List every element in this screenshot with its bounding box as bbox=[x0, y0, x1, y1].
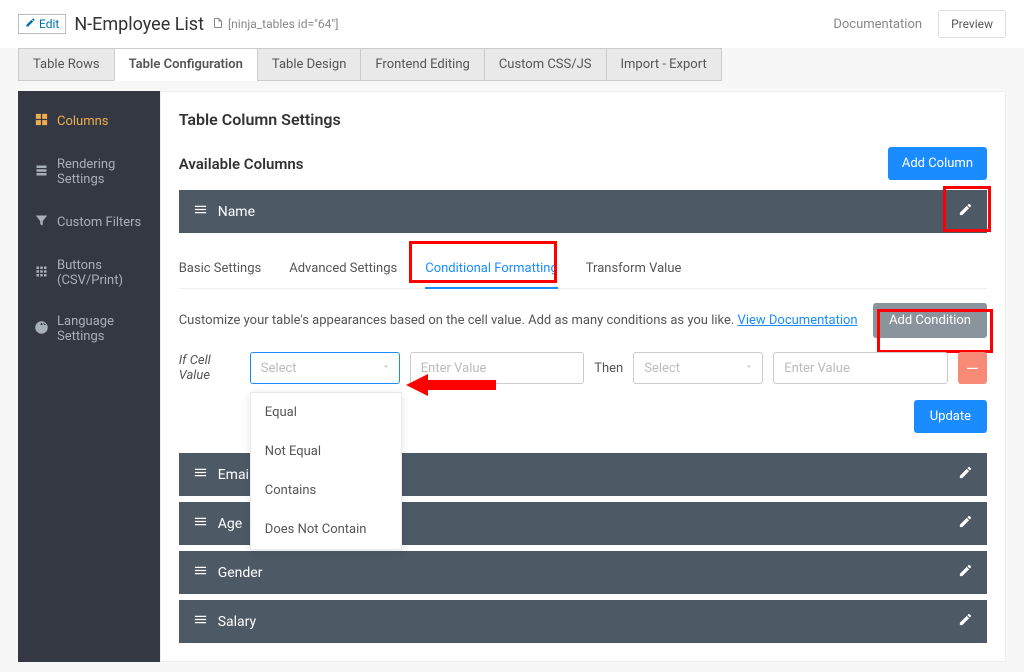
sidebar-item-label: Buttons (CSV/Print) bbox=[57, 258, 144, 288]
preview-button[interactable]: Preview bbox=[938, 10, 1006, 38]
chevron-down-icon bbox=[381, 361, 391, 376]
action-select[interactable]: Select bbox=[633, 352, 763, 384]
operator-select-wrapper: Select Equal Not Equal Contains Does Not… bbox=[250, 352, 400, 384]
sidebar-item-label: Custom Filters bbox=[57, 215, 141, 230]
sidebar-item-rendering[interactable]: Rendering Settings bbox=[18, 144, 160, 200]
sidebar-item-label: Rendering Settings bbox=[57, 157, 144, 187]
sidebar-item-custom-filters[interactable]: Custom Filters bbox=[18, 200, 160, 245]
edit-title-button[interactable]: Edit bbox=[18, 14, 66, 34]
remove-condition-button[interactable]: — bbox=[958, 352, 987, 384]
operator-option-contains[interactable]: Contains bbox=[251, 471, 401, 510]
shortcode-text: [ninja_tables id="64"] bbox=[228, 17, 338, 31]
language-icon bbox=[34, 320, 49, 339]
edit-column-icon[interactable] bbox=[958, 465, 973, 484]
tab-table-rows[interactable]: Table Rows bbox=[18, 48, 115, 81]
action-value-input[interactable] bbox=[773, 352, 947, 384]
column-header-salary[interactable]: Salary bbox=[179, 600, 987, 643]
drag-handle-icon[interactable] bbox=[193, 563, 208, 582]
annotation-highlight-edit-icon bbox=[943, 186, 991, 232]
edit-label: Edit bbox=[39, 17, 59, 31]
column-title: Name bbox=[218, 204, 255, 220]
column-title: Salary bbox=[218, 614, 256, 630]
tab-frontend-editing[interactable]: Frontend Editing bbox=[360, 48, 484, 81]
tab-table-design[interactable]: Table Design bbox=[257, 48, 361, 81]
sidebar: Columns Rendering Settings Custom Filter… bbox=[18, 91, 160, 662]
edit-column-icon[interactable] bbox=[958, 612, 973, 631]
drag-handle-icon[interactable] bbox=[193, 202, 208, 221]
column-body: Basic Settings Advanced Settings Conditi… bbox=[179, 233, 987, 433]
available-columns-header: Available Columns Add Column bbox=[179, 147, 987, 180]
operator-option-does-not-contain[interactable]: Does Not Contain bbox=[251, 510, 401, 549]
top-bar-left: Edit N-Employee List [ninja_tables id="6… bbox=[18, 14, 338, 35]
edit-column-icon[interactable] bbox=[958, 563, 973, 582]
add-column-button[interactable]: Add Column bbox=[888, 147, 987, 180]
operator-dropdown: Equal Not Equal Contains Does Not Contai… bbox=[250, 392, 402, 550]
column-title: Email bbox=[218, 467, 253, 483]
layers-icon bbox=[34, 163, 49, 182]
sidebar-item-label: Language Settings bbox=[57, 314, 144, 344]
page-title: N-Employee List bbox=[74, 14, 204, 35]
annotation-arrow bbox=[406, 370, 496, 400]
sidebar-item-buttons[interactable]: Buttons (CSV/Print) bbox=[18, 245, 160, 301]
annotation-highlight-add-condition bbox=[877, 309, 993, 353]
action-placeholder: Select bbox=[644, 361, 680, 376]
annotation-highlight-conditional-tab bbox=[409, 241, 557, 283]
available-columns-title: Available Columns bbox=[179, 155, 304, 173]
main-tabs: Table Rows Table Configuration Table Des… bbox=[0, 48, 1024, 81]
help-text: Customize your table's appearances based… bbox=[179, 313, 858, 328]
chevron-down-icon bbox=[744, 361, 754, 376]
operator-select[interactable]: Select bbox=[250, 352, 400, 384]
column-header-name[interactable]: Name bbox=[179, 190, 987, 233]
column-title: Gender bbox=[218, 565, 263, 581]
sidebar-item-label: Columns bbox=[57, 114, 109, 129]
main-panel: Table Column Settings Available Columns … bbox=[160, 91, 1006, 662]
operator-option-equal[interactable]: Equal bbox=[251, 393, 401, 432]
then-label: Then bbox=[594, 361, 623, 376]
tab-table-configuration[interactable]: Table Configuration bbox=[114, 48, 258, 81]
shortcode-chip[interactable]: [ninja_tables id="64"] bbox=[212, 17, 338, 32]
subtab-transform[interactable]: Transform Value bbox=[586, 253, 682, 284]
edit-column-icon[interactable] bbox=[958, 514, 973, 533]
pencil-icon bbox=[25, 17, 36, 31]
workspace: Columns Rendering Settings Custom Filter… bbox=[0, 81, 1024, 672]
columns-icon bbox=[34, 112, 49, 131]
tab-import-export[interactable]: Import - Export bbox=[606, 48, 722, 81]
grid-icon bbox=[34, 264, 49, 283]
drag-handle-icon[interactable] bbox=[193, 612, 208, 631]
update-button[interactable]: Update bbox=[914, 400, 987, 433]
minus-icon: — bbox=[966, 359, 979, 378]
sidebar-item-language[interactable]: Language Settings bbox=[18, 301, 160, 357]
section-title: Table Column Settings bbox=[179, 110, 987, 129]
sidebar-item-columns[interactable]: Columns bbox=[18, 99, 160, 144]
column-subtabs: Basic Settings Advanced Settings Conditi… bbox=[179, 243, 987, 289]
condition-row: If Cell Value Select Equal Not Equal Con… bbox=[179, 352, 987, 384]
if-cell-value-label: If Cell Value bbox=[179, 353, 240, 383]
documentation-link[interactable]: Documentation bbox=[833, 17, 922, 32]
subtab-advanced[interactable]: Advanced Settings bbox=[289, 253, 397, 284]
subtab-basic[interactable]: Basic Settings bbox=[179, 253, 262, 284]
drag-handle-icon[interactable] bbox=[193, 514, 208, 533]
operator-option-not-equal[interactable]: Not Equal bbox=[251, 432, 401, 471]
top-bar: Edit N-Employee List [ninja_tables id="6… bbox=[0, 0, 1024, 48]
tab-custom-css-js[interactable]: Custom CSS/JS bbox=[484, 48, 607, 81]
column-header-gender[interactable]: Gender bbox=[179, 551, 987, 594]
top-bar-right: Documentation Preview bbox=[833, 10, 1006, 38]
shortcode-icon bbox=[212, 17, 224, 32]
view-documentation-link[interactable]: View Documentation bbox=[738, 313, 858, 328]
column-name-panel: Name Basic Settings Advanced Settings Co… bbox=[179, 190, 987, 433]
filter-icon bbox=[34, 213, 49, 232]
drag-handle-icon[interactable] bbox=[193, 465, 208, 484]
column-title: Age bbox=[218, 516, 242, 532]
operator-placeholder: Select bbox=[261, 361, 297, 376]
help-row: Customize your table's appearances based… bbox=[179, 303, 987, 338]
